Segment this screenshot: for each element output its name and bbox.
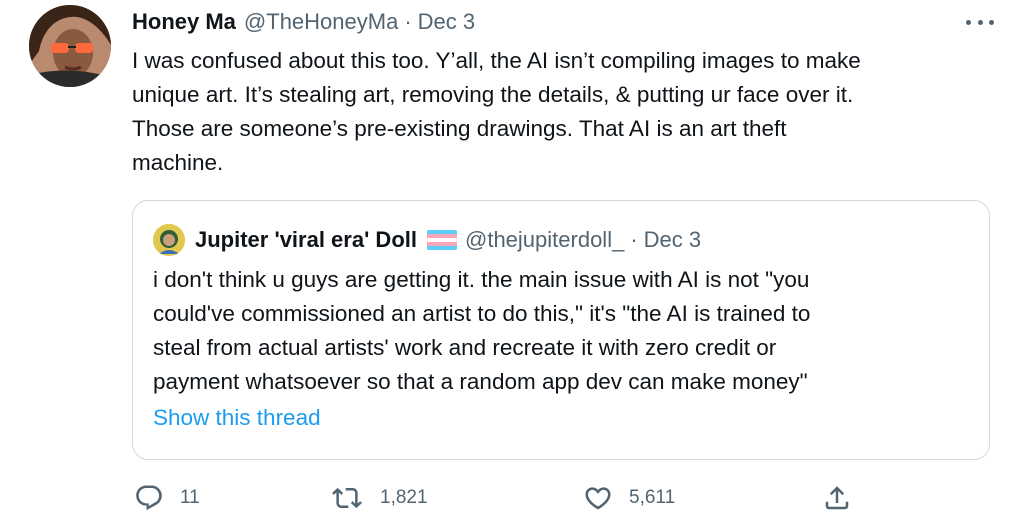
tweet-actions: 11 1,821 5,611: [0, 480, 1024, 516]
quoted-author-name[interactable]: Jupiter 'viral era' Doll: [195, 227, 417, 253]
author-name[interactable]: Honey Ma: [132, 9, 236, 35]
quoted-text-line: steal from actual artists' work and recr…: [153, 335, 777, 360]
like-button[interactable]: 5,611: [583, 480, 675, 516]
retweet-count: 1,821: [380, 487, 428, 508]
like-count: 5,611: [629, 487, 676, 508]
author-handle[interactable]: @TheHoneyMa: [244, 9, 398, 35]
reply-count: 11: [180, 487, 200, 508]
tweet-text-line: Those are someone’s pre-existing drawing…: [132, 116, 787, 141]
author-avatar[interactable]: [29, 5, 111, 87]
tweet-text-line: machine.: [132, 150, 224, 175]
separator: ·: [404, 9, 412, 34]
retweet-button[interactable]: 1,821: [330, 480, 428, 516]
reply-icon: [136, 485, 162, 511]
trans-flag-icon: [427, 230, 457, 250]
share-button[interactable]: [822, 480, 852, 516]
tweet-text: I was confused about this too. Y’all, th…: [132, 44, 1002, 180]
tweet-header: Honey Ma @TheHoneyMa · Dec 3: [132, 8, 475, 36]
quoted-tweet-card[interactable]: Jupiter 'viral era' Doll @thejupiterdoll…: [132, 200, 990, 460]
quoted-tweet-date[interactable]: Dec 3: [644, 227, 701, 253]
tweet-date[interactable]: Dec 3: [418, 9, 475, 35]
quoted-tweet-text: i don't think u guys are getting it. the…: [153, 263, 973, 399]
tweet-text-line: I was confused about this too. Y’all, th…: [132, 48, 861, 73]
retweet-icon: [332, 487, 362, 509]
tweet-text-line: unique art. It’s stealing art, removing …: [132, 82, 854, 107]
separator: ·: [630, 227, 638, 252]
quoted-author-avatar[interactable]: [153, 224, 185, 256]
more-icon[interactable]: [966, 12, 994, 32]
quoted-text-line: could've commissioned an artist to do th…: [153, 301, 811, 326]
reply-button[interactable]: 11: [134, 480, 200, 516]
quoted-text-line: i don't think u guys are getting it. the…: [153, 267, 810, 292]
show-thread-link[interactable]: Show this thread: [153, 405, 321, 431]
share-icon: [825, 486, 849, 510]
quoted-text-line: payment whatsoever so that a random app …: [153, 369, 808, 394]
quoted-author-handle[interactable]: @thejupiterdoll_: [465, 227, 624, 253]
like-icon: [585, 487, 611, 510]
quoted-tweet-header: Jupiter 'viral era' Doll @thejupiterdoll…: [153, 223, 701, 257]
